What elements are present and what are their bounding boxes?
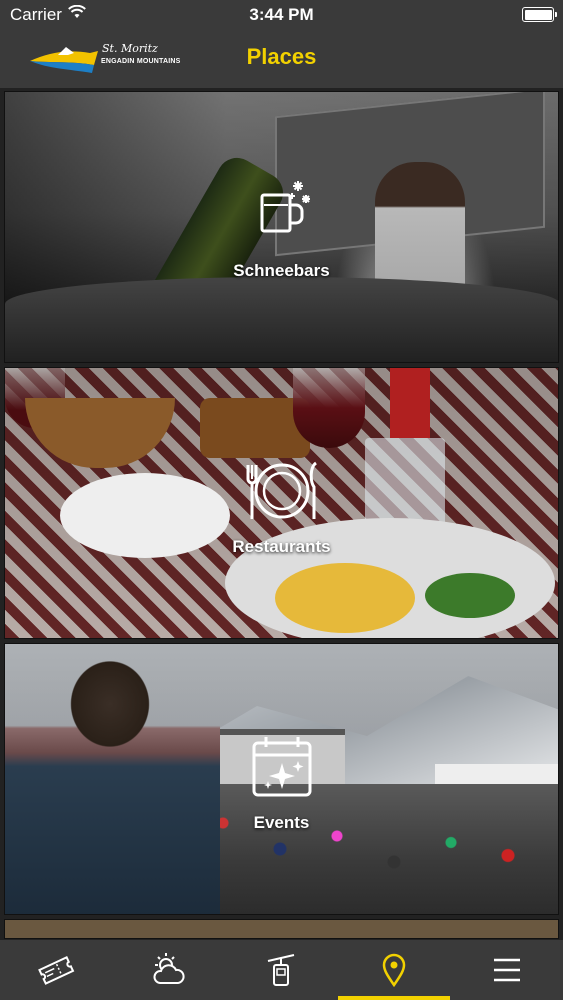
tab-lifts[interactable] [225, 940, 338, 1000]
tile-schneebars[interactable]: Schneebars [4, 91, 559, 363]
tile-restaurants[interactable]: Restaurants [4, 367, 559, 639]
tab-places[interactable] [337, 940, 451, 1000]
status-bar: Carrier 3:44 PM [0, 0, 563, 30]
tile-label: Schneebars [233, 261, 330, 280]
tab-weather[interactable] [113, 940, 226, 1000]
tile-content: Schneebars [5, 92, 558, 362]
calendar-sparkle-icon [252, 737, 311, 797]
tile-content: Events [5, 644, 558, 914]
tab-tickets[interactable] [0, 940, 113, 1000]
status-time: 3:44 PM [249, 5, 314, 24]
gondola-icon [268, 954, 295, 986]
weather-icon [153, 953, 185, 984]
page-title: Places [246, 44, 317, 69]
app-header: St. Moritz ENGADIN MOUNTAINS Places [0, 30, 563, 88]
tile-label: Restaurants [232, 537, 331, 556]
menu-icon [493, 958, 520, 982]
tile-label: Events [253, 813, 310, 832]
plate-cutlery-icon [246, 461, 317, 519]
location-pin-icon [382, 953, 406, 988]
tile-events[interactable]: Events [4, 643, 559, 915]
beer-snowflake-icon [260, 181, 310, 233]
ticket-icon [38, 955, 75, 985]
app-screen: Carrier 3:44 PM St. Moritz ENGADIN MOUNT… [0, 0, 563, 1000]
tile-content: Restaurants [5, 368, 558, 638]
tab-bar [0, 940, 563, 1000]
tile-more[interactable] [4, 919, 559, 939]
tab-menu[interactable] [450, 940, 563, 1000]
battery-icon [522, 7, 557, 22]
